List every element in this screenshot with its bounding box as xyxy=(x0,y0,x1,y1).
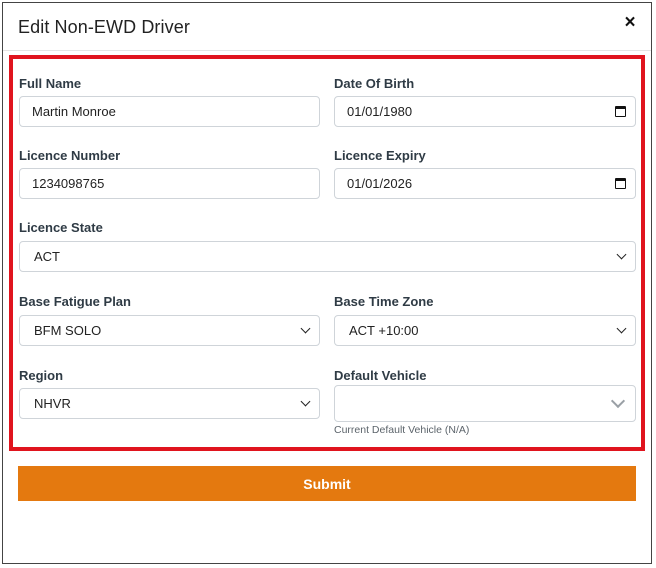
base-time-zone-select[interactable]: ACT +10:00 xyxy=(334,315,636,346)
licence-state-select[interactable]: ACT xyxy=(19,241,636,272)
full-name-input[interactable]: Martin Monroe xyxy=(19,96,320,127)
region-select[interactable]: NHVR xyxy=(19,388,320,419)
dialog-title: Edit Non-EWD Driver xyxy=(18,17,190,37)
default-vehicle-select[interactable] xyxy=(334,385,636,422)
base-fatigue-plan-label: Base Fatigue Plan xyxy=(19,294,131,309)
close-icon[interactable]: × xyxy=(620,12,640,33)
licence-expiry-input[interactable]: 01/01/2026 xyxy=(334,168,636,199)
licence-state-label: Licence State xyxy=(19,220,103,235)
full-name-label: Full Name xyxy=(19,76,82,91)
default-vehicle-hint: Current Default Vehicle (N/A) xyxy=(334,424,470,436)
base-fatigue-plan-value: BFM SOLO xyxy=(34,323,102,338)
default-vehicle-label: Default Vehicle xyxy=(334,368,427,383)
calendar-icon[interactable] xyxy=(615,106,626,117)
region-value: NHVR xyxy=(34,396,71,411)
licence-number-value: 1234098765 xyxy=(32,176,105,191)
chevron-down-icon xyxy=(300,396,311,407)
licence-number-input[interactable]: 1234098765 xyxy=(19,168,320,199)
submit-button[interactable]: Submit xyxy=(18,466,636,501)
base-time-zone-value: ACT +10:00 xyxy=(349,323,419,338)
region-label: Region xyxy=(19,368,64,383)
full-name-value: Martin Monroe xyxy=(32,104,116,119)
licence-number-label: Licence Number xyxy=(19,148,121,163)
base-time-zone-label: Base Time Zone xyxy=(334,294,434,309)
chevron-down-icon xyxy=(616,249,627,260)
date-of-birth-label: Date Of Birth xyxy=(334,76,415,91)
base-fatigue-plan-select[interactable]: BFM SOLO xyxy=(19,315,320,346)
licence-expiry-value: 01/01/2026 xyxy=(347,176,413,191)
date-of-birth-input[interactable]: 01/01/1980 xyxy=(334,96,636,127)
header-divider xyxy=(3,50,651,51)
chevron-down-icon xyxy=(610,393,626,409)
licence-expiry-label: Licence Expiry xyxy=(334,148,426,163)
calendar-icon[interactable] xyxy=(615,178,626,189)
chevron-down-icon xyxy=(300,323,311,334)
licence-state-value: ACT xyxy=(34,249,60,264)
chevron-down-icon xyxy=(616,323,627,334)
date-of-birth-value: 01/01/1980 xyxy=(347,104,413,119)
